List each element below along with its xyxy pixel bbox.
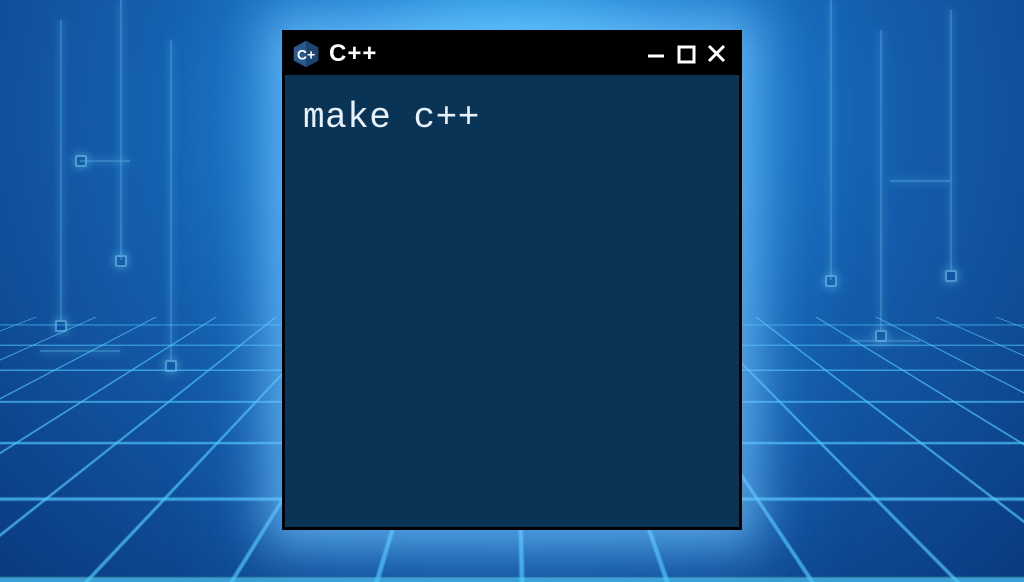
close-button[interactable] [705,42,729,66]
terminal-body[interactable]: make c++ [285,75,739,162]
window-title: C++ [329,40,637,68]
minimize-button[interactable] [645,42,669,66]
maximize-button[interactable] [675,42,699,66]
cpp-logo-icon: C+ [291,39,321,69]
terminal-window: C+ C++ make c++ [282,30,742,530]
titlebar[interactable]: C+ C++ [285,33,739,75]
window-controls [645,42,729,66]
terminal-line: make c++ [303,95,721,142]
svg-text:C+: C+ [297,47,315,63]
